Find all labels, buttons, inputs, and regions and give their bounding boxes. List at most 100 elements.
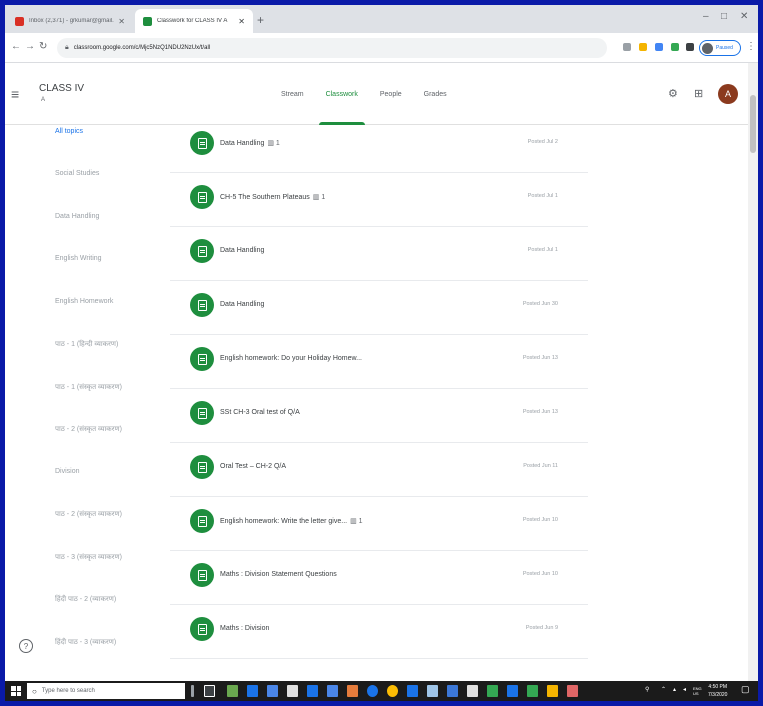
browser-tab-gmail[interactable]: Inbox (2,371) - grkumar@gmail.com ✕ [7,9,133,33]
app-icon[interactable] [407,685,418,697]
gmail-favicon-icon [15,16,24,26]
reload-icon[interactable]: ↻ [39,41,47,52]
app-icon[interactable] [427,685,438,697]
material-icon [190,347,214,371]
classwork-item[interactable]: Data Handling Posted Jul 1 [170,227,588,281]
windows-start-icon[interactable] [11,686,21,696]
windows-taskbar: ○ Type here to search ⚲ ⌃ ▴ ◂ ENG US 4:50… [5,681,758,701]
user-avatar[interactable]: A [718,84,738,104]
clock-date: 7/3/2020 [708,692,728,698]
star-icon[interactable] [639,43,647,51]
classwork-item[interactable]: Data Handling ▥ 1 Posted Jul 2 [170,119,588,173]
app-icon[interactable] [347,685,358,697]
extension-icon[interactable] [655,43,663,51]
classwork-item[interactable]: Maths : Division Posted Jun 9 [170,605,588,659]
new-tab-button[interactable]: + [257,13,264,27]
close-window-button[interactable]: ✕ [740,11,748,22]
taskbar-clock[interactable]: 4:50 PM 7/3/2020 [708,683,727,699]
chevron-up-icon[interactable]: ⌃ [661,686,666,693]
tab-classwork[interactable]: Classwork [315,63,369,125]
page-scrollbar[interactable] [748,63,758,681]
hamburger-menu-icon[interactable]: ≡ [11,86,19,102]
class-title[interactable]: CLASS IV [39,83,84,94]
attachment-count-icon: ▥ 1 [267,140,280,147]
address-bar[interactable]: 🔒︎ classroom.google.com/c/Mjc5NzQ1NDU2Nz… [57,38,607,58]
app-icon[interactable] [567,685,578,697]
tab-grades[interactable]: Grades [413,63,458,125]
lock-icon: 🔒︎ [65,44,69,51]
people-icon[interactable]: ⚲ [645,686,649,693]
tab-stream[interactable]: Stream [270,63,315,125]
apps-grid-icon[interactable]: ⊞ [694,87,703,100]
app-icon[interactable] [307,685,318,697]
edge-icon[interactable] [367,685,378,697]
browser-tab-classroom[interactable]: Classwork for CLASS IV A ✕ [135,9,253,33]
tab-title: Inbox (2,371) - grkumar@gmail.com [29,18,114,24]
app-icon[interactable] [487,685,498,697]
app-icon[interactable] [447,685,458,697]
attachment-count-icon: ▥ 1 [312,194,326,201]
scrollbar-thumb[interactable] [750,95,756,153]
classwork-item[interactable]: English homework: Write the letter give.… [170,497,588,551]
settings-gear-icon[interactable]: ⚙ [668,87,678,100]
posted-date: Posted Jun 13 [522,355,558,361]
classwork-item[interactable]: Maths : Division Statement Questions Pos… [170,551,588,605]
classwork-list: Data Handling ▥ 1 Posted Jul 2 CH-5 The S… [5,125,747,681]
task-view-icon[interactable] [204,685,215,697]
app-icon[interactable] [467,685,478,697]
item-title: Maths : Division Statement Questions [220,571,337,578]
material-icon [190,617,214,641]
app-icon[interactable] [547,685,558,697]
app-icon[interactable] [507,685,518,697]
app-icon[interactable] [327,685,338,697]
posted-date: Posted Jun 10 [522,517,558,523]
profile-button[interactable]: Paused [699,40,741,56]
zoom-icon[interactable] [623,43,631,51]
browser-menu-icon[interactable]: ⋮ [746,41,756,52]
maximize-button[interactable]: □ [721,11,727,22]
class-section: A [41,97,46,103]
item-title: English homework: Write the letter give.… [220,518,348,525]
tab-people[interactable]: People [369,63,413,125]
item-title: SSt CH-3 Oral test of Q/A [220,409,300,416]
material-icon [190,563,214,587]
app-icon[interactable] [287,685,298,697]
back-arrow-icon[interactable]: ← [11,41,21,52]
item-title: CH-5 The Southern Plateaus [220,194,310,201]
profile-label: Paused [716,45,733,51]
classwork-item[interactable]: SSt CH-3 Oral test of Q/A Posted Jun 13 [170,389,588,443]
app-icon[interactable] [267,685,278,697]
posted-date: Posted Jul 1 [527,247,558,253]
app-icon[interactable] [527,685,538,697]
clock-time: 4:50 PM [708,684,728,690]
notifications-icon[interactable]: ▢ [741,684,750,695]
close-icon[interactable]: ✕ [238,17,245,26]
extension-icon[interactable] [686,43,694,51]
item-title: English homework: Do your Holiday Homew.… [220,355,363,362]
profile-avatar-icon [702,42,713,54]
forward-arrow-icon[interactable]: → [25,41,35,52]
taskbar-search-box[interactable]: ○ Type here to search [27,683,185,699]
search-icon: ○ [32,686,37,696]
classroom-header: ≡ CLASS IV A Stream Classwork People Gra… [5,63,758,125]
classwork-item[interactable]: CH-5 The Southern Plateaus ▥ 1 Posted Jul… [170,173,588,227]
assignment-icon [190,293,214,317]
language-indicator[interactable]: ENG US [693,686,702,696]
chrome-icon[interactable] [387,685,398,697]
extension-icon[interactable] [671,43,679,51]
minimize-button[interactable]: – [703,11,709,22]
screen: Inbox (2,371) - grkumar@gmail.com ✕ Clas… [5,5,758,701]
material-icon [190,239,214,263]
close-icon[interactable]: ✕ [118,17,125,26]
app-icon[interactable] [227,685,238,697]
classwork-item[interactable]: Oral Test – CH-2 Q/A Posted Jun 11 [170,443,588,497]
volume-icon[interactable]: ◂ [683,686,686,693]
wifi-icon[interactable]: ▴ [673,686,676,693]
assignment-icon [190,131,214,155]
posted-date: Posted Jun 13 [522,409,558,415]
app-icon[interactable] [247,685,258,697]
browser-tab-strip: Inbox (2,371) - grkumar@gmail.com ✕ Clas… [5,5,758,33]
classwork-item[interactable]: Data Handling Posted Jun 30 [170,281,588,335]
microphone-icon[interactable] [191,685,194,697]
classwork-item[interactable]: English homework: Do your Holiday Homew.… [170,335,588,389]
